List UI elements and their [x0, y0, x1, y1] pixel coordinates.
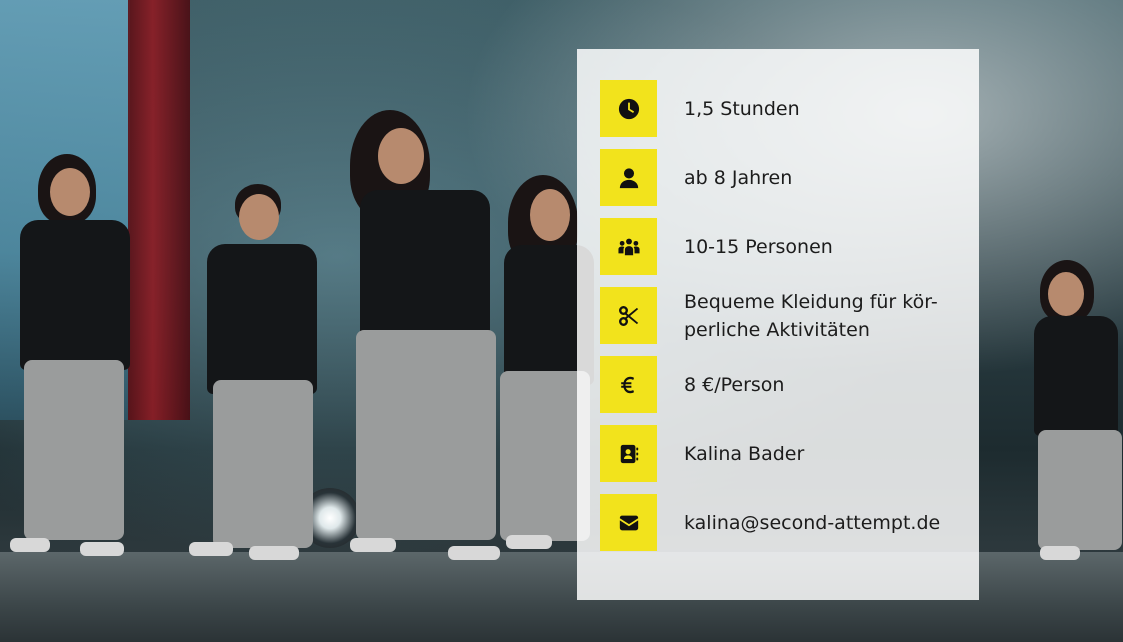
icon-box	[600, 149, 657, 206]
info-item-contact: Kalina Bader	[600, 425, 960, 482]
info-card: 1,5 Stunden ab 8 Jahren 10-15 Personen B…	[577, 49, 979, 600]
info-item-duration: 1,5 Stunden	[600, 80, 960, 137]
info-item-clothing: Bequeme Kleidung für kör-perliche Aktivi…	[600, 287, 960, 344]
info-item-email[interactable]: kalina@second-attempt.de	[600, 494, 960, 551]
icon-box	[600, 494, 657, 551]
info-label: Kalina Bader	[684, 442, 805, 465]
scissors-icon	[618, 305, 638, 326]
info-label: 10-15 Personen	[684, 235, 833, 258]
icon-box	[600, 356, 657, 413]
stage-curtain	[128, 0, 190, 420]
icon-box	[600, 80, 657, 137]
info-item-group-size: 10-15 Personen	[600, 218, 960, 275]
group-icon	[617, 238, 640, 255]
info-label: 1,5 Stunden	[684, 97, 800, 120]
clock-icon	[618, 98, 639, 119]
info-item-price: 8 €/Person	[600, 356, 960, 413]
icon-box	[600, 218, 657, 275]
info-label: 8 €/Person	[684, 373, 785, 396]
info-label: ab 8 Jahren	[684, 166, 793, 189]
icon-box	[600, 425, 657, 482]
contact-card-icon	[620, 444, 638, 463]
envelope-icon	[619, 515, 638, 530]
info-label: Bequeme Kleidung für kör-perliche Aktivi…	[684, 290, 938, 341]
icon-box	[600, 287, 657, 344]
euro-icon	[620, 376, 634, 393]
email-link[interactable]: kalina@second-attempt.de	[684, 509, 959, 537]
person-icon	[619, 167, 638, 188]
info-item-age: ab 8 Jahren	[600, 149, 960, 206]
